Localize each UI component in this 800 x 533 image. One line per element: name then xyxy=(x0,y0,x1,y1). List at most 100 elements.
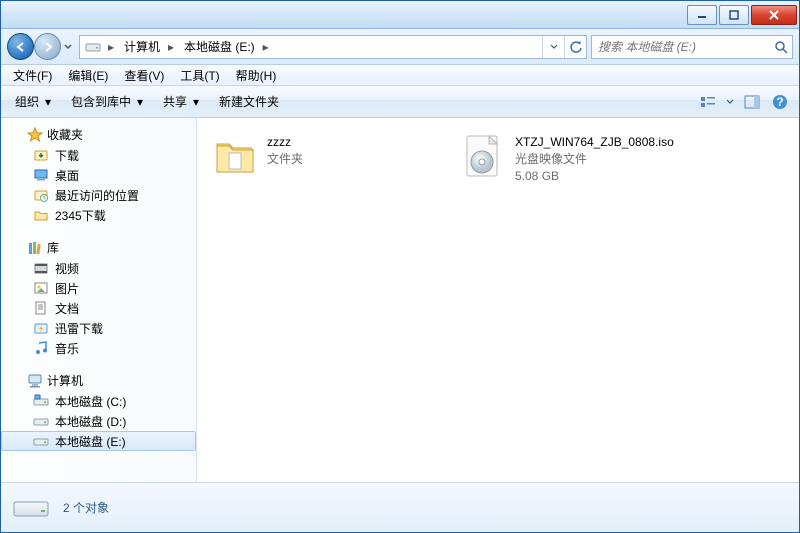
chevron-down-icon xyxy=(726,98,734,106)
share-label: 共享 xyxy=(163,93,187,110)
chevron-down-icon: ▾ xyxy=(135,95,145,109)
menu-view[interactable]: 查看(V) xyxy=(116,65,172,86)
documents-icon xyxy=(33,300,49,316)
nav-pane[interactable]: 收藏夹 下载桌面最近访问的位置 2345下载 库 视频图片文档迅雷下载音乐 计算机 xyxy=(1,118,197,482)
nav-history-dropdown[interactable] xyxy=(61,36,75,58)
sidebar-item[interactable]: 视频 xyxy=(1,258,196,278)
sidebar-item-label: 音乐 xyxy=(55,340,79,357)
sidebar-head-computer[interactable]: 计算机 xyxy=(1,370,196,391)
window-buttons xyxy=(685,5,797,25)
refresh-button[interactable] xyxy=(564,36,586,58)
nav-back-button[interactable] xyxy=(7,33,34,60)
sidebar-item-label: 本地磁盘 (E:) xyxy=(55,433,126,450)
address-bar[interactable]: ▸ 计算机 ▸ 本地磁盘 (E:) ▸ xyxy=(79,35,587,59)
sidebar-item[interactable]: 迅雷下载 xyxy=(1,318,196,338)
sidebar-item-label: 最近访问的位置 xyxy=(55,187,139,204)
sidebar-label: 收藏夹 xyxy=(47,126,83,143)
breadcrumb-sep-2[interactable]: ▸ xyxy=(259,36,273,58)
breadcrumb-label: 本地磁盘 (E:) xyxy=(184,38,255,55)
new-folder-button[interactable]: 新建文件夹 xyxy=(211,89,287,114)
sidebar-item-label: 视频 xyxy=(55,260,79,277)
sidebar-item[interactable]: 图片 xyxy=(1,278,196,298)
sidebar-item[interactable]: 桌面 xyxy=(1,165,196,185)
preview-pane-button[interactable] xyxy=(739,90,765,114)
organize-label: 组织 xyxy=(15,93,39,110)
sidebar-item[interactable]: 本地磁盘 (C:) xyxy=(1,391,196,411)
view-dropdown-button[interactable] xyxy=(723,90,737,114)
sidebar-item[interactable]: 本地磁盘 (D:) xyxy=(1,411,196,431)
breadcrumb-current[interactable]: 本地磁盘 (E:) xyxy=(178,36,259,58)
sidebar-item[interactable]: 音乐 xyxy=(1,338,196,358)
file-size: 5.08 GB xyxy=(515,168,674,185)
svg-text:?: ? xyxy=(776,95,783,109)
drive-icon xyxy=(33,433,49,449)
sidebar-item-label: 2345下载 xyxy=(55,207,106,224)
sidebar-group-favorites: 收藏夹 下载桌面最近访问的位置 2345下载 xyxy=(1,124,196,225)
download-icon xyxy=(33,147,49,163)
include-library-button[interactable]: 包含到库中 ▾ xyxy=(63,89,153,114)
drive-icon xyxy=(33,413,49,429)
iso-icon xyxy=(459,132,507,180)
file-type: 光盘映像文件 xyxy=(515,151,674,168)
nav-arrows xyxy=(7,33,75,60)
breadcrumb-label: 计算机 xyxy=(124,38,160,55)
desktop-icon xyxy=(33,167,49,183)
status-count: 2 个对象 xyxy=(63,499,109,516)
file-type: 文件夹 xyxy=(267,151,303,168)
search-input[interactable] xyxy=(594,40,772,54)
include-label: 包含到库中 xyxy=(71,93,131,110)
sidebar-item[interactable]: 本地磁盘 (E:) xyxy=(1,431,196,451)
sidebar-item-label: 迅雷下载 xyxy=(55,320,103,337)
sidebar-item[interactable]: 2345下载 xyxy=(1,205,196,225)
organize-button[interactable]: 组织 ▾ xyxy=(7,89,61,114)
star-icon xyxy=(27,127,43,143)
arrow-left-icon xyxy=(14,40,28,54)
sidebar-head-libraries[interactable]: 库 xyxy=(1,237,196,258)
search-box[interactable] xyxy=(591,35,793,59)
sidebar-item-label: 本地磁盘 (C:) xyxy=(55,393,126,410)
video-icon xyxy=(33,260,49,276)
chevron-down-icon xyxy=(64,43,72,51)
menu-tools[interactable]: 工具(T) xyxy=(172,65,227,86)
close-icon xyxy=(768,10,780,20)
minimize-button[interactable] xyxy=(687,5,717,25)
preview-pane-icon xyxy=(744,95,760,109)
sidebar-item[interactable]: 文档 xyxy=(1,298,196,318)
breadcrumb-computer[interactable]: 计算机 xyxy=(118,36,164,58)
sidebar-item-label: 文档 xyxy=(55,300,79,317)
menu-edit[interactable]: 编辑(E) xyxy=(60,65,116,86)
maximize-button[interactable] xyxy=(719,5,749,25)
address-buttons xyxy=(542,36,586,58)
share-button[interactable]: 共享 ▾ xyxy=(155,89,209,114)
maximize-icon xyxy=(729,10,739,20)
drive-icon xyxy=(11,488,51,528)
breadcrumb-root-sep[interactable]: ▸ xyxy=(104,36,118,58)
sidebar-item[interactable]: 最近访问的位置 xyxy=(1,185,196,205)
details-pane: 2 个对象 xyxy=(1,482,799,532)
file-item[interactable]: XTZJ_WIN764_ZJB_0808.iso光盘映像文件5.08 GB xyxy=(453,128,701,188)
help-button[interactable]: ? xyxy=(767,90,793,114)
content-pane[interactable]: zzzz文件夹 XTZJ_WIN764_ZJB_0808.iso光盘映像文件5.0… xyxy=(197,118,799,482)
nav-forward-button[interactable] xyxy=(34,33,61,60)
sidebar-group-computer: 计算机 本地磁盘 (C:)本地磁盘 (D:) 本地磁盘 (E:) xyxy=(1,370,196,451)
view-options-button[interactable] xyxy=(695,90,721,114)
file-name: XTZJ_WIN764_ZJB_0808.iso xyxy=(515,134,674,151)
view-icon xyxy=(700,95,716,109)
address-dropdown-button[interactable] xyxy=(542,36,564,58)
chevron-down-icon: ▾ xyxy=(191,95,201,109)
folder-large-icon xyxy=(211,132,259,180)
sidebar-item[interactable]: 下载 xyxy=(1,145,196,165)
thunder-icon xyxy=(33,320,49,336)
recent-icon xyxy=(33,187,49,203)
close-button[interactable] xyxy=(751,5,797,25)
file-item[interactable]: zzzz文件夹 xyxy=(205,128,453,188)
sidebar-item-label: 下载 xyxy=(55,147,79,164)
menu-bar: 文件(F) 编辑(E) 查看(V) 工具(T) 帮助(H) xyxy=(1,65,799,86)
sidebar-head-favorites[interactable]: 收藏夹 xyxy=(1,124,196,145)
chevron-down-icon xyxy=(550,43,558,51)
breadcrumb-sep-1[interactable]: ▸ xyxy=(164,36,178,58)
chevron-down-icon: ▾ xyxy=(43,95,53,109)
menu-file[interactable]: 文件(F) xyxy=(5,65,60,86)
menu-help[interactable]: 帮助(H) xyxy=(228,65,285,86)
file-meta: XTZJ_WIN764_ZJB_0808.iso光盘映像文件5.08 GB xyxy=(515,132,674,184)
